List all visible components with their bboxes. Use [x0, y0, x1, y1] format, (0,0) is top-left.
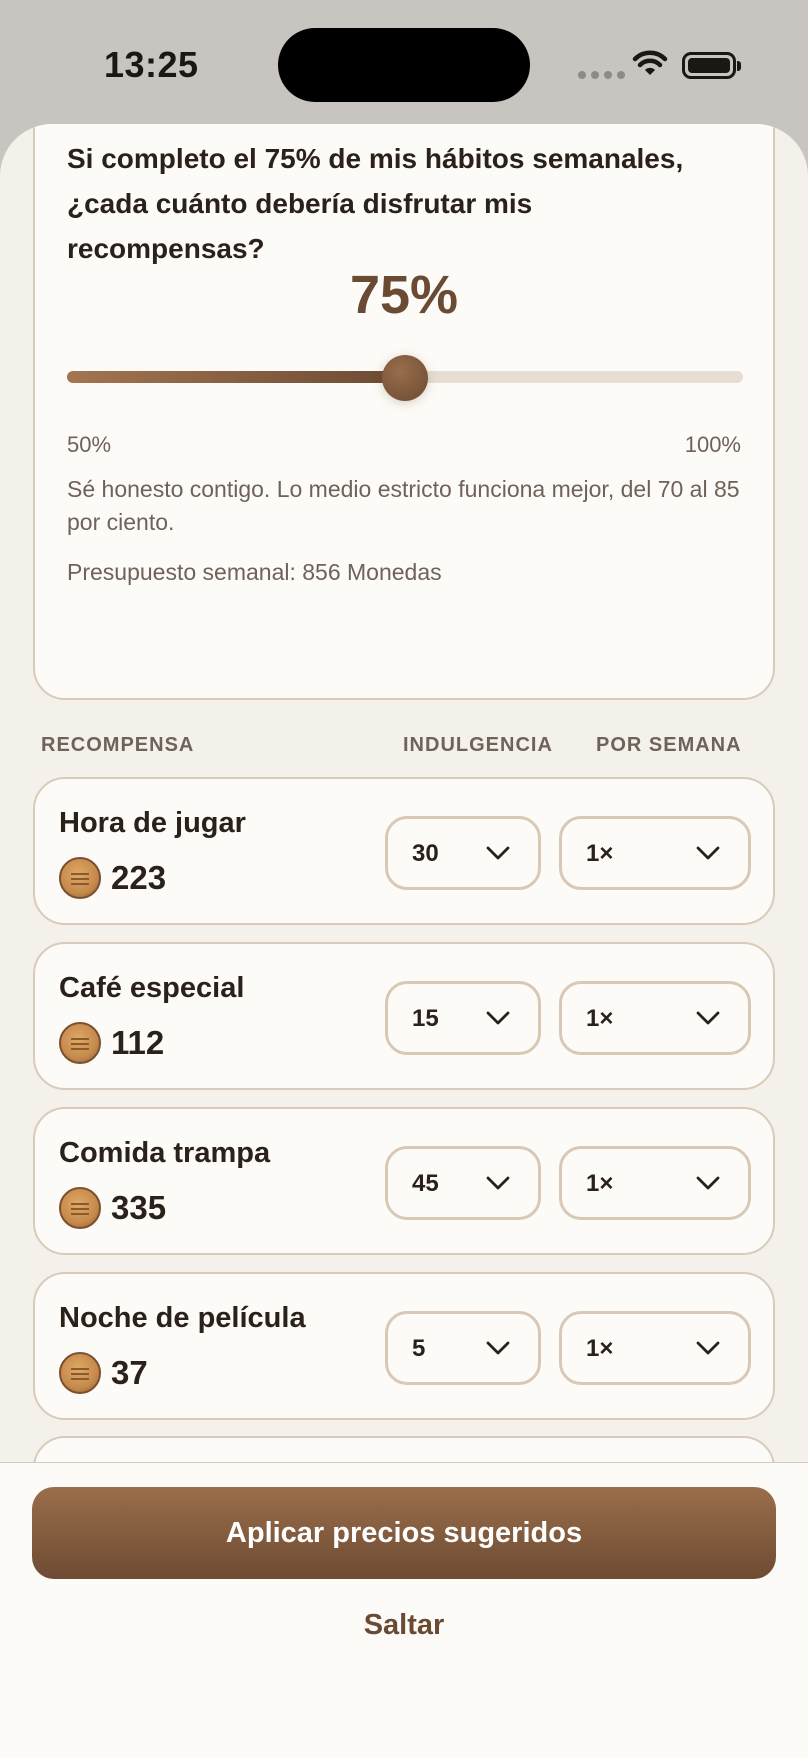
slider-thumb[interactable]	[382, 355, 428, 401]
header-indulgence: INDULGENCIA	[403, 734, 553, 756]
percent-display: 75%	[349, 265, 459, 325]
coin-icon	[59, 1187, 101, 1229]
apply-prices-button[interactable]: Aplicar precios sugeridos	[32, 1487, 776, 1579]
hint-text: Sé honesto contigo. Lo medio estricto fu…	[67, 476, 740, 535]
indulgence-value: 30	[412, 840, 439, 867]
reward-cost: 37	[111, 1354, 148, 1391]
coin-icon	[59, 857, 101, 899]
weekly-budget: Presupuesto semanal: 856 Monedas	[67, 559, 442, 585]
indulgence-value: 5	[412, 1335, 426, 1362]
status-bar: 13:25	[0, 0, 808, 130]
coin-icon	[59, 1022, 101, 1064]
reward-name: Café especial	[59, 972, 245, 1004]
reward-cost: 112	[111, 1024, 165, 1061]
skip-button[interactable]: Saltar	[0, 1609, 808, 1642]
chevron-down-icon	[696, 846, 720, 860]
slider-min-label: 50%	[67, 432, 112, 457]
bottom-action-panel: Aplicar precios sugeridos Saltar	[0, 1462, 808, 1758]
per-week-select[interactable]: 1×	[559, 981, 751, 1055]
question-card: Si completo el 75% de mis hábitos semana…	[33, 124, 775, 700]
chevron-down-icon	[486, 1341, 510, 1355]
chevron-down-icon	[486, 1011, 510, 1025]
slider-fill	[67, 371, 405, 383]
signal-dots-icon	[578, 71, 625, 79]
table-headers: RECOMPENSA INDULGENCIA POR SEMANA	[0, 734, 808, 764]
indulgence-value: 45	[412, 1170, 439, 1197]
chevron-down-icon	[696, 1011, 720, 1025]
coin-icon	[59, 1352, 101, 1394]
per-week-value: 1×	[586, 1335, 614, 1362]
question-text: Si completo el 75% de mis hábitos semana…	[67, 143, 684, 264]
indulgence-select[interactable]: 30	[385, 816, 541, 890]
chevron-down-icon	[696, 1176, 720, 1190]
reward-row: Comida trampa 335 45 1×	[33, 1107, 775, 1255]
chevron-down-icon	[486, 846, 510, 860]
reward-cost: 335	[111, 1189, 167, 1226]
indulgence-select[interactable]: 5	[385, 1311, 541, 1385]
reward-name: Hora de jugar	[59, 807, 246, 839]
chevron-down-icon	[486, 1176, 510, 1190]
per-week-value: 1×	[586, 1170, 614, 1197]
status-time: 13:25	[104, 44, 199, 85]
indulgence-value: 15	[412, 1005, 439, 1032]
header-per-week: POR SEMANA	[596, 734, 742, 756]
per-week-select[interactable]: 1×	[559, 1146, 751, 1220]
battery-icon	[682, 52, 741, 79]
onboarding-sheet: Si completo el 75% de mis hábitos semana…	[0, 124, 808, 1758]
reward-row: Café especial 112 15 1×	[33, 942, 775, 1090]
header-reward: RECOMPENSA	[41, 734, 195, 756]
chevron-down-icon	[696, 1341, 720, 1355]
reward-cost: 223	[111, 859, 167, 896]
slider-max-label: 100%	[684, 432, 741, 457]
dynamic-island	[278, 28, 530, 102]
reward-row: Noche de película 37 5 1×	[33, 1272, 775, 1420]
reward-name: Comida trampa	[59, 1137, 271, 1169]
wifi-icon	[632, 50, 668, 75]
reward-name: Noche de película	[59, 1302, 306, 1334]
indulgence-select[interactable]: 15	[385, 981, 541, 1055]
per-week-value: 1×	[586, 1005, 614, 1032]
per-week-select[interactable]: 1×	[559, 816, 751, 890]
indulgence-select[interactable]: 45	[385, 1146, 541, 1220]
per-week-select[interactable]: 1×	[559, 1311, 751, 1385]
reward-row: Hora de jugar 223 30 1×	[33, 777, 775, 925]
per-week-value: 1×	[586, 840, 614, 867]
